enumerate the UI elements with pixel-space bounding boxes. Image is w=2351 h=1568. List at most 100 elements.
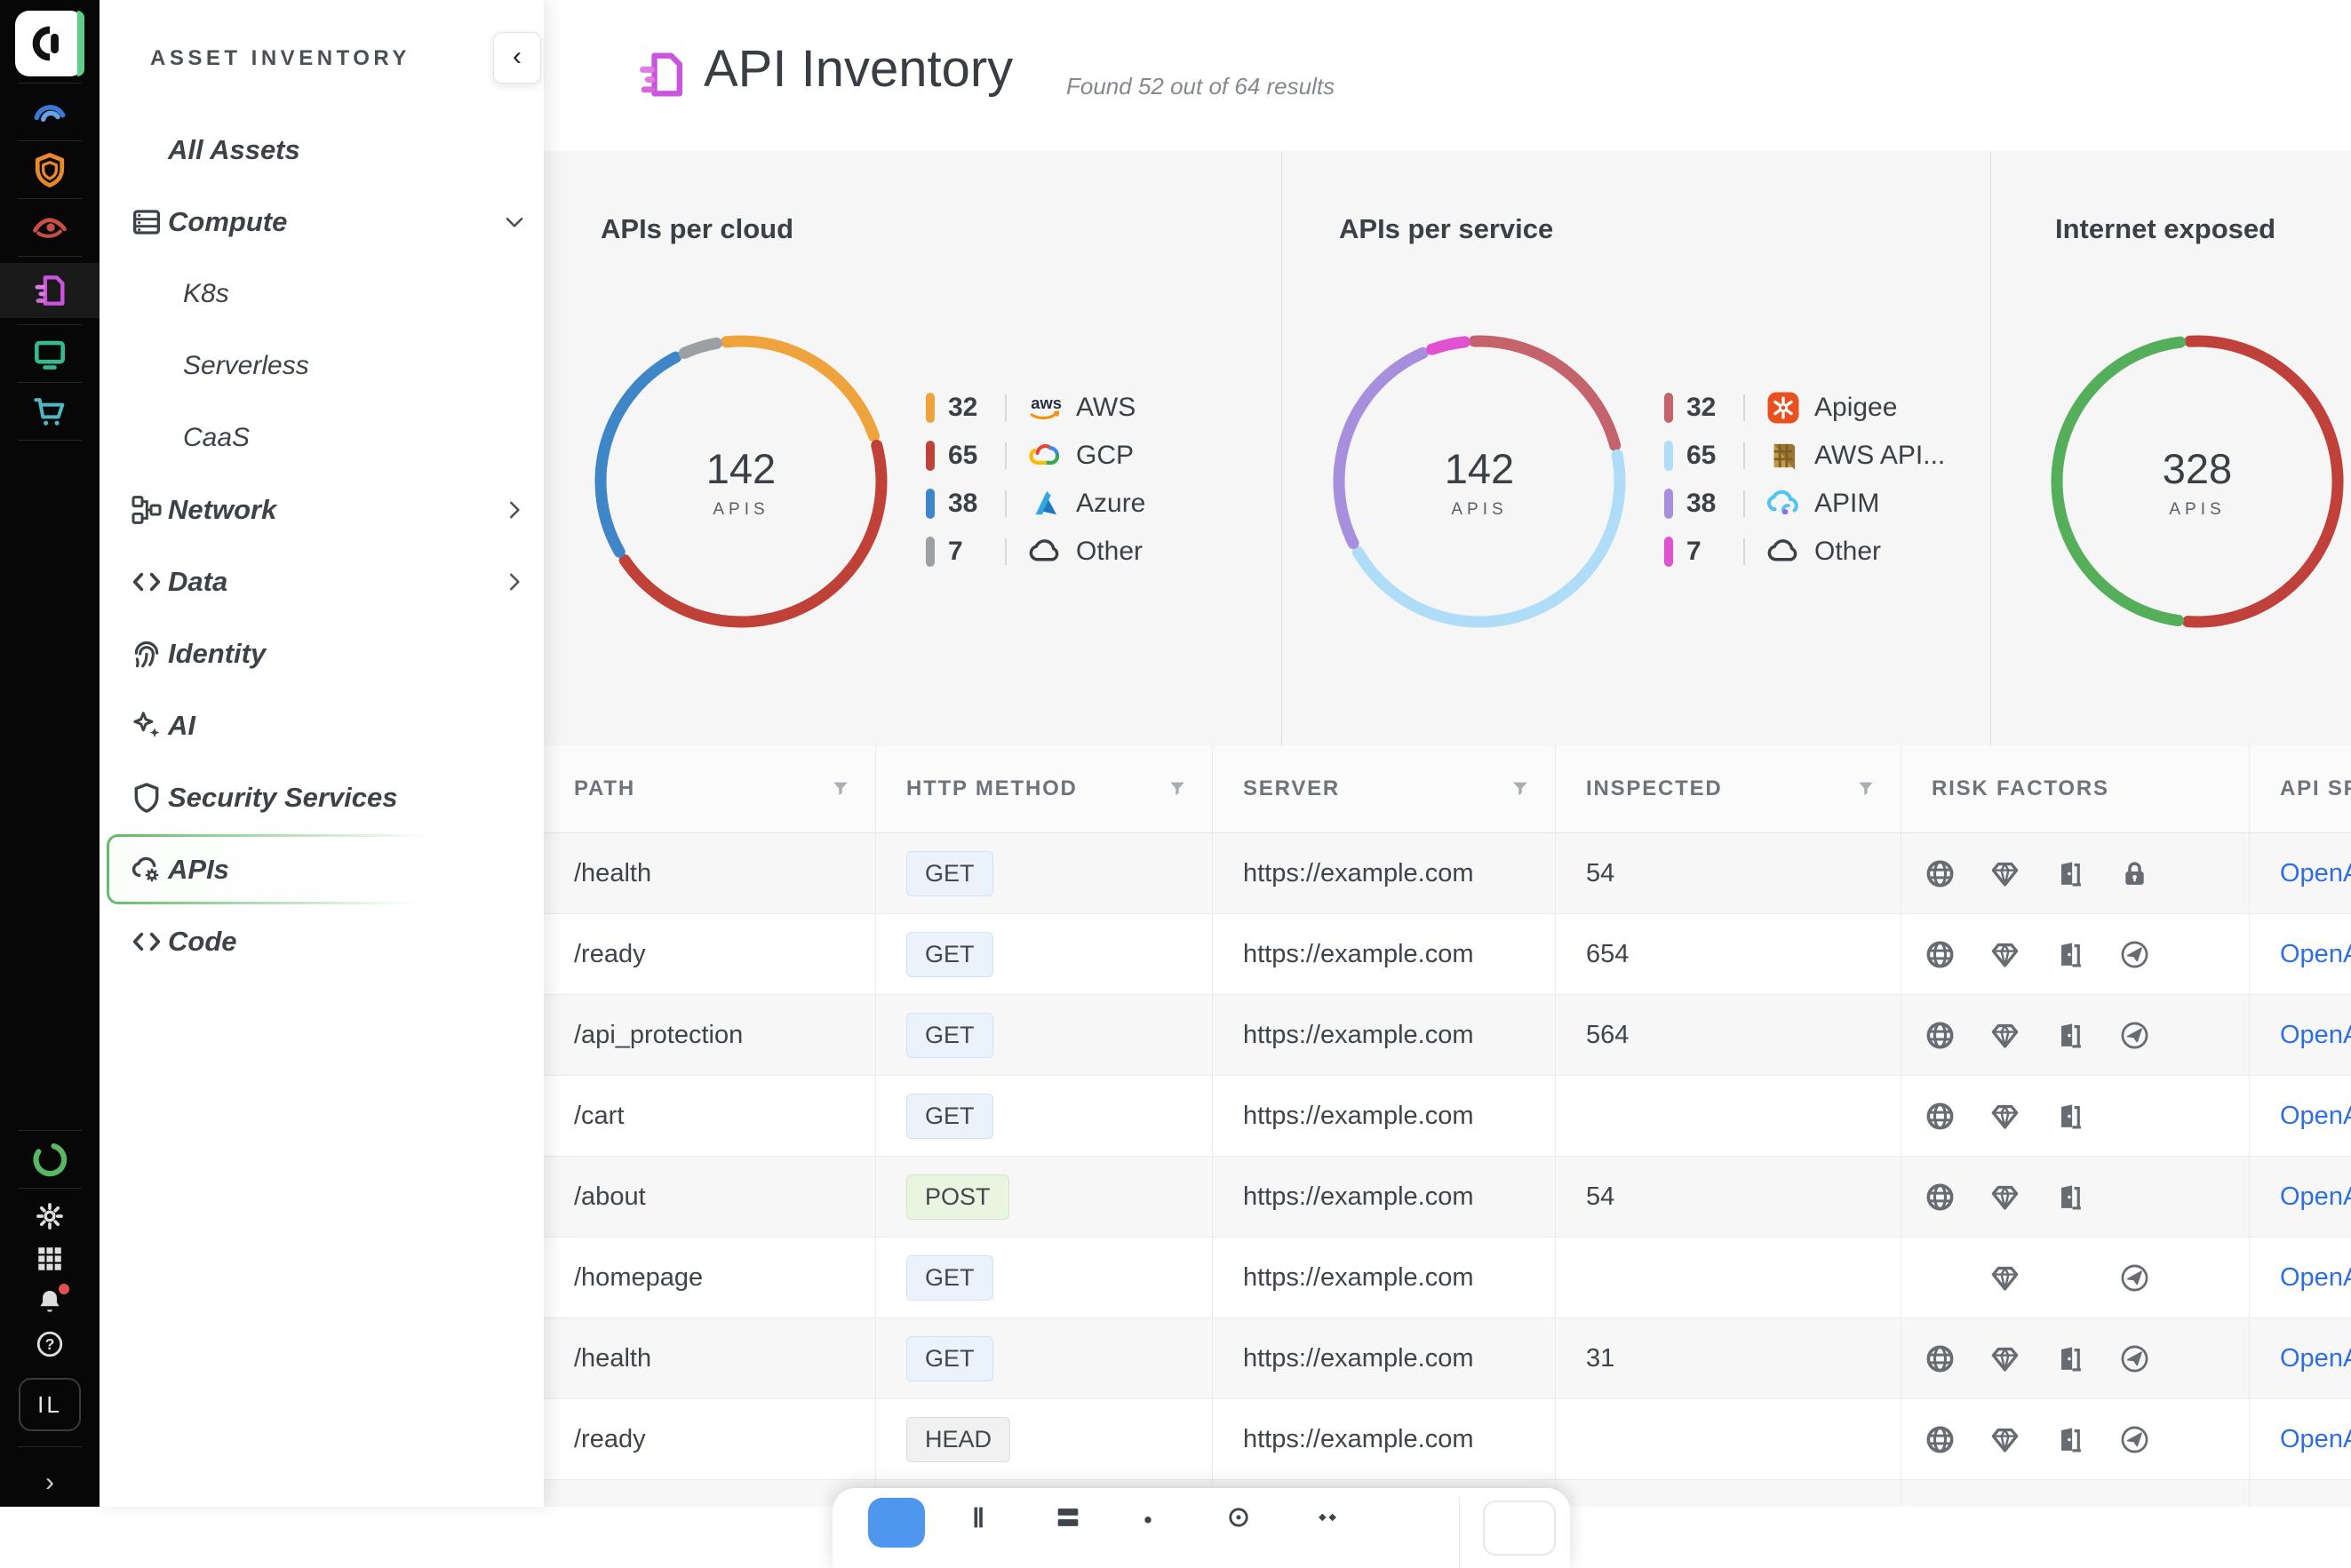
brand-logo[interactable] [15,11,84,76]
path-cell: /ready [544,914,876,994]
rail-expand-chevron[interactable]: › [45,1468,54,1498]
filter-funnel-icon[interactable] [1856,779,1876,799]
sidebar-item-security-services[interactable]: Security Services [100,761,544,833]
sidebar-item-label: Code [168,926,237,958]
target-icon[interactable] [1223,1502,1254,1532]
help-icon[interactable]: ? [0,1323,100,1365]
density-icon[interactable] [1053,1502,1083,1532]
column-header-label: HTTP METHOD [906,776,1078,801]
page-primary-button[interactable] [868,1498,925,1548]
risk-slot [1989,1101,2054,1132]
table-row[interactable]: /healthGEThttps://example.com54OpenAPI [544,833,2351,914]
monitor-icon[interactable] [0,331,100,376]
sidebar-item-label: Network [168,494,276,526]
table-row[interactable]: /aboutPOSThttps://example.com54OpenAPI [544,1157,2351,1238]
sidebar-item-ai[interactable]: AI [100,689,544,761]
rail-divider [18,382,82,383]
table-row[interactable]: /cartGEThttps://example.comOpenAPI [544,1076,2351,1157]
sidebar-item-k8s[interactable]: K8s [100,258,544,330]
server-cell: https://example.com [1213,1399,1556,1479]
sidebar-item-data[interactable]: Data [100,545,544,617]
cart-icon[interactable] [0,389,100,434]
path-cell: /api_protection [544,995,876,1075]
risk-factors-cell [1901,1076,2250,1156]
inspected-cell [1556,1399,1901,1479]
filter-funnel-icon[interactable] [1168,779,1187,799]
legend-label: Azure [1076,489,1145,519]
notifications-bell-icon[interactable] [0,1280,100,1323]
sidebar-item-compute[interactable]: Compute [100,186,544,258]
openapi-link[interactable]: OpenAPI [2280,859,2351,888]
settings-gear-icon[interactable] [0,1195,100,1238]
legend-color-bar [926,489,935,519]
sidebar-item-all-assets[interactable]: All Assets [100,114,544,186]
openapi-link[interactable]: OpenAPI [2280,1102,2351,1131]
legend-value: 7 [1686,537,1743,567]
sidebar-item-serverless[interactable]: Serverless [100,330,544,402]
selected-highlight [107,834,498,904]
legend-color-bar [926,393,935,423]
eye-icon[interactable] [0,205,100,250]
risk-slot [2119,1262,2184,1293]
chart-legend: 32awsAWS65GCP38Azure7Other [926,384,1145,576]
page-header: API Inventory Found 52 out of 64 results [544,0,2351,152]
table-row[interactable]: /readyHEADhttps://example.comOpenAPI [544,1399,2351,1480]
donut-chart: 328APIS [2044,329,2350,634]
fingerprint-icon [129,636,164,672]
sidebar-item-identity[interactable]: Identity [100,617,544,689]
columns-icon[interactable] [966,1502,996,1532]
door-icon [2054,1101,2085,1132]
table-header-row: PATHHTTP METHODSERVERINSPECTEDRISK FACTO… [544,745,2351,833]
openapi-link[interactable]: OpenAPI [2280,1425,2351,1454]
sidebar-collapse-button[interactable]: ‹ [493,32,541,84]
server-cell: https://example.com [1213,914,1556,994]
legend-item: 7Other [926,528,1145,576]
table-row[interactable]: /homepageGEThttps://example.comOpenAPI [544,1238,2351,1318]
sidebar-item-apis[interactable]: APIs [100,833,544,905]
risk-slot [1925,1424,1989,1455]
user-avatar[interactable]: IL [19,1378,81,1431]
legend-divider [1743,394,1745,421]
dot-icon[interactable] [1133,1502,1163,1532]
monitoring-arcs-icon[interactable] [0,90,100,134]
risk-slot [1989,1343,2054,1374]
page-size-box[interactable] [1483,1500,1556,1556]
shield-icon[interactable] [0,147,100,192]
code-icon [129,924,164,959]
openapi-link[interactable]: OpenAPI [2280,1344,2351,1373]
legend-divider [1743,490,1745,517]
openapi-link[interactable]: OpenAPI [2280,1021,2351,1050]
gem-icon [1989,1424,2020,1455]
column-header-http-method: HTTP METHOD [876,745,1213,832]
server-cell: https://example.com [1213,1157,1556,1237]
table-row[interactable]: /healthGEThttps://example.com31OpenAPI [544,1318,2351,1399]
api-document-icon[interactable] [0,263,100,318]
table-row[interactable]: /readyGEThttps://example.com654OpenAPI [544,914,2351,995]
server-cell: https://example.com [1213,833,1556,913]
filter-funnel-icon[interactable] [1510,779,1530,799]
legend-divider [1005,490,1007,517]
filter-funnel-icon[interactable] [831,779,850,799]
sidebar-item-network[interactable]: Network [100,474,544,545]
openapi-link[interactable]: OpenAPI [2280,1263,2351,1293]
legend-color-bar [926,537,935,567]
diamonds-icon[interactable] [1312,1502,1343,1532]
sync-ring-icon[interactable] [0,1137,100,1182]
legend-item: 32Apigee [1664,384,1945,432]
sidebar-item-code[interactable]: Code [100,905,544,977]
openapi-link[interactable]: OpenAPI [2280,940,2351,969]
plane-icon [2119,1424,2150,1455]
table-row[interactable]: /api_protectionGEThttps://example.com564… [544,995,2351,1076]
inspected-cell: 564 [1556,995,1901,1075]
main-content: API Inventory Found 52 out of 64 results… [544,0,2351,1507]
risk-slot [1989,939,2054,970]
door-icon [2054,1424,2085,1455]
sidebar-item-caas[interactable]: CaaS [100,402,544,474]
openapi-link[interactable]: OpenAPI [2280,1182,2351,1212]
risk-slot [1925,939,1989,970]
api-spec-cell: OpenAPI [2250,1157,2351,1237]
legend-divider [1005,394,1007,421]
apps-grid-icon[interactable] [0,1238,100,1280]
method-cell: GET [876,995,1213,1075]
risk-factors-cell [1901,914,2250,994]
